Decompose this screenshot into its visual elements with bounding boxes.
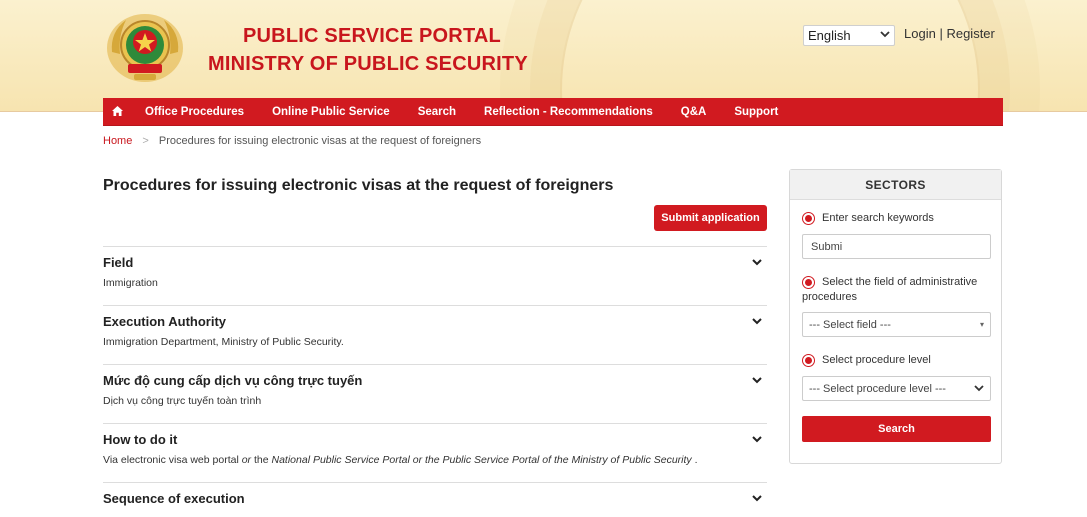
portal-title: PUBLIC SERVICE PORTAL (243, 25, 501, 47)
nav-search[interactable]: Search (404, 106, 470, 118)
section-field[interactable]: Field Immigration (103, 246, 767, 305)
section-body: Immigration (103, 277, 158, 289)
section-service-level[interactable]: Mức độ cung cấp dịch vụ công trực tuyến … (103, 364, 767, 423)
language-select[interactable]: English (803, 25, 895, 46)
breadcrumb: Home > Procedures for issuing electronic… (103, 135, 481, 147)
language-value: English (808, 28, 851, 43)
submit-application-button[interactable]: Submit application (654, 205, 767, 231)
chevron-down-icon[interactable] (751, 256, 763, 268)
chevron-down-icon[interactable] (751, 433, 763, 445)
ministry-emblem-icon (107, 14, 183, 82)
section-body: Via electronic visa web portal or the Na… (103, 454, 767, 482)
breadcrumb-home[interactable]: Home (103, 135, 132, 147)
how-text-3: the (251, 454, 272, 466)
chevron-down-icon[interactable] (751, 315, 763, 327)
auth-separator: | (939, 26, 943, 41)
section-body: Dịch vụ công trực tuyến toàn trình (103, 395, 262, 407)
caret-down-icon: ▾ (979, 320, 984, 329)
level-label: Select procedure level (822, 354, 931, 366)
chevron-down-icon[interactable] (751, 492, 763, 504)
section-how-to-do-it[interactable]: How to do it Via electronic visa web por… (103, 423, 767, 482)
section-body: Immigration Department, Ministry of Publ… (103, 336, 344, 348)
how-text-4: National Public Service Portal or the Pu… (271, 454, 692, 466)
keyword-option[interactable]: Enter search keywords (802, 212, 934, 225)
field-select[interactable]: --- Select field --- ▾ (802, 312, 991, 337)
ministry-title: MINISTRY OF PUBLIC SECURITY (208, 53, 528, 75)
site-header: PUBLIC SERVICE PORTAL MINISTRY OF PUBLIC… (0, 0, 1087, 112)
auth-links: Login | Register (904, 26, 995, 41)
section-sequence[interactable]: Sequence of execution (103, 482, 767, 513)
nav-office-procedures[interactable]: Office Procedures (131, 106, 258, 118)
how-text-2: or (241, 454, 252, 466)
section-heading: Sequence of execution (103, 491, 245, 506)
section-heading: Mức độ cung cấp dịch vụ công trực tuyến (103, 373, 363, 388)
level-select[interactable]: --- Select procedure level --- (802, 376, 991, 401)
chevron-down-icon (880, 30, 890, 41)
section-execution-authority[interactable]: Execution Authority Immigration Departme… (103, 305, 767, 364)
how-text-5: . (691, 454, 698, 466)
breadcrumb-separator: > (142, 135, 149, 147)
chevron-down-icon[interactable] (751, 374, 763, 386)
field-select-value: --- Select field --- (809, 318, 891, 331)
header-decoration (560, 0, 980, 111)
main-nav: Office Procedures Online Public Service … (103, 98, 1003, 126)
nav-qa[interactable]: Q&A (667, 106, 721, 118)
section-heading: Execution Authority (103, 314, 227, 329)
chevron-down-icon (974, 384, 984, 394)
register-link[interactable]: Register (946, 26, 994, 41)
keyword-input[interactable]: Submi (802, 234, 991, 259)
radio-selected-icon[interactable] (802, 212, 815, 225)
nav-support[interactable]: Support (720, 106, 792, 118)
page-title: Procedures for issuing electronic visas … (103, 177, 614, 194)
sectors-title: SECTORS (790, 170, 1001, 200)
sectors-panel: SECTORS Enter search keywords Submi Sele… (789, 169, 1002, 464)
field-option[interactable]: Select the field of administrative proce… (802, 275, 992, 305)
section-heading: Field (103, 255, 134, 270)
home-icon[interactable] (103, 105, 131, 119)
field-label: Select the field of administrative proce… (802, 276, 978, 303)
how-text-1: Via electronic visa web portal (103, 454, 242, 466)
nav-online-public-service[interactable]: Online Public Service (258, 106, 404, 118)
section-heading: How to do it (103, 432, 178, 447)
keyword-label: Enter search keywords (822, 212, 934, 224)
radio-selected-icon[interactable] (802, 354, 815, 367)
login-link[interactable]: Login (904, 26, 936, 41)
level-option[interactable]: Select procedure level (802, 354, 931, 367)
sidebar-search-button[interactable]: Search (802, 416, 991, 442)
breadcrumb-current: Procedures for issuing electronic visas … (158, 135, 482, 147)
nav-reflection-recommendations[interactable]: Reflection - Recommendations (470, 106, 667, 118)
level-select-value: --- Select procedure level --- (809, 382, 946, 395)
procedure-sections: Field Immigration Execution Authority Im… (103, 246, 767, 513)
